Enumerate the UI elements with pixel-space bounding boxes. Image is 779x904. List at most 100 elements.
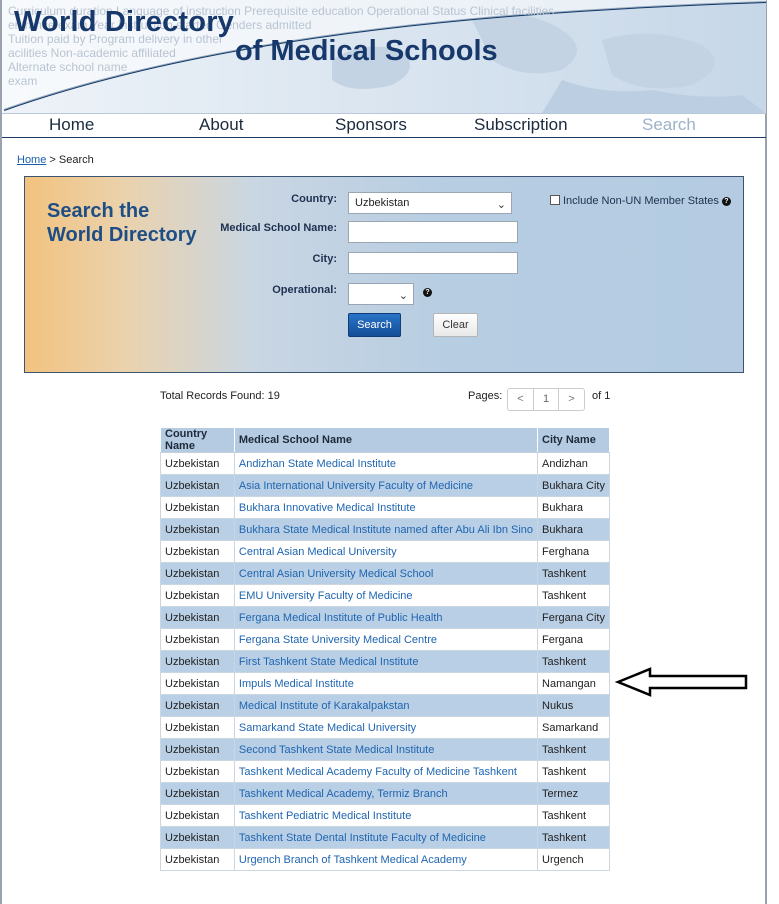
school-name-link[interactable]: Fergana Medical Institute of Public Heal… — [233, 606, 539, 629]
city-cell: Ferghana — [537, 540, 610, 563]
total-records: Total Records Found: 19 — [160, 390, 280, 402]
results-table: Country Name Medical School Name City Na… — [160, 427, 610, 871]
school-name-link[interactable]: Urgench Branch of Tashkent Medical Acade… — [233, 848, 539, 871]
search-panel-title-line1: Search the — [47, 200, 150, 222]
operational-select[interactable]: ⌄ — [348, 283, 414, 305]
city-cell: Nukus — [537, 694, 610, 717]
country-cell: Uzbekistan — [160, 628, 235, 651]
city-cell: Tashkent — [537, 760, 610, 783]
country-cell: Uzbekistan — [160, 804, 235, 827]
country-cell: Uzbekistan — [160, 474, 235, 497]
country-cell: Uzbekistan — [160, 650, 235, 673]
column-header-city[interactable]: City Name — [537, 427, 610, 453]
school-name-link[interactable]: EMU University Faculty of Medicine — [233, 584, 539, 607]
school-name-link[interactable]: Tashkent Medical Academy, Termiz Branch — [233, 782, 539, 805]
country-cell: Uzbekistan — [160, 540, 235, 563]
table-body: Uzbekistan Andizhan State Medical Institu… — [160, 452, 610, 871]
school-name-link[interactable]: Second Tashkent State Medical Institute — [233, 738, 539, 761]
table-row: Uzbekistan Bukhara State Medical Institut… — [160, 518, 610, 541]
city-cell: Tashkent — [537, 826, 610, 849]
city-input[interactable] — [348, 252, 518, 274]
country-cell: Uzbekistan — [160, 694, 235, 717]
chevron-down-icon: ⌄ — [496, 199, 506, 211]
country-cell: Uzbekistan — [160, 518, 235, 541]
school-name-link[interactable]: Samarkand State Medical University — [233, 716, 539, 739]
city-cell: Fergana — [537, 628, 610, 651]
table-row: Uzbekistan Bukhara Innovative Medical Ins… — [160, 496, 610, 519]
school-name-link[interactable]: Fergana State University Medical Centre — [233, 628, 539, 651]
table-row: Uzbekistan Samarkand State Medical Univer… — [160, 716, 610, 739]
prev-page-button[interactable]: < — [508, 389, 534, 410]
city-cell: Bukhara — [537, 518, 610, 541]
table-row: Uzbekistan Central Asian Medical Universi… — [160, 540, 610, 563]
city-cell: Samarkand — [537, 716, 610, 739]
school-name-label: Medical School Name: — [220, 222, 337, 234]
school-name-input[interactable] — [348, 221, 518, 243]
table-row: Uzbekistan Tashkent Pediatric Medical Ins… — [160, 804, 610, 827]
page-count: of 1 — [592, 390, 611, 402]
help-icon[interactable]: ? — [721, 197, 731, 206]
school-name-link[interactable]: Impuls Medical Institute — [233, 672, 539, 695]
country-cell: Uzbekistan — [160, 606, 235, 629]
column-header-country[interactable]: Country Name — [160, 427, 235, 453]
pages-label: Pages: — [468, 390, 503, 402]
breadcrumb-home-link[interactable]: Home — [17, 154, 46, 166]
search-button[interactable]: Search — [348, 313, 401, 337]
city-cell: Tashkent — [537, 738, 610, 761]
school-name-link[interactable]: Central Asian Medical University — [233, 540, 539, 563]
table-row: Uzbekistan Impuls Medical Institute Namang… — [160, 672, 610, 695]
site-title-line1: World Directory — [14, 6, 235, 38]
table-row: Uzbekistan Medical Institute of Karakalpa… — [160, 694, 610, 717]
school-name-link[interactable]: Bukhara State Medical Institute named af… — [233, 518, 539, 541]
nav-search[interactable]: Search — [642, 115, 696, 135]
table-row: Uzbekistan Central Asian University Medic… — [160, 562, 610, 585]
search-panel: Search the World Directory Country: Uzbe… — [24, 176, 744, 373]
school-name-link[interactable]: Tashkent Medical Academy Faculty of Medi… — [233, 760, 539, 783]
school-name-link[interactable]: Tashkent Pediatric Medical Institute — [233, 804, 539, 827]
country-cell: Uzbekistan — [160, 562, 235, 585]
country-cell: Uzbekistan — [160, 760, 235, 783]
table-row: Uzbekistan Tashkent Medical Academy Facul… — [160, 760, 610, 783]
site-banner: Curriculum duration Language of instruct… — [2, 0, 766, 114]
country-cell: Uzbekistan — [160, 848, 235, 871]
school-name-link[interactable]: Central Asian University Medical School — [233, 562, 539, 585]
nav-subscription[interactable]: Subscription — [474, 115, 568, 135]
page-number[interactable]: 1 — [534, 389, 559, 410]
city-cell: Bukhara City — [537, 474, 610, 497]
nav-sponsors[interactable]: Sponsors — [335, 115, 407, 135]
city-cell: Bukhara — [537, 496, 610, 519]
city-cell: Tashkent — [537, 584, 610, 607]
school-name-link[interactable]: First Tashkent State Medical Institute — [233, 650, 539, 673]
nav-about[interactable]: About — [199, 115, 243, 135]
school-name-link[interactable]: Tashkent State Dental Institute Faculty … — [233, 826, 539, 849]
country-select[interactable]: Uzbekistan ⌄ — [348, 192, 512, 214]
country-cell: Uzbekistan — [160, 584, 235, 607]
next-page-button[interactable]: > — [559, 389, 584, 410]
site-title-line2: of Medical Schools — [235, 35, 498, 67]
checkbox-box[interactable] — [550, 195, 560, 205]
city-label: City: — [312, 253, 337, 265]
pagination: < 1 > — [507, 388, 585, 411]
operational-label: Operational: — [272, 284, 337, 296]
include-non-un-checkbox[interactable]: Include Non-UN Member States? — [550, 195, 731, 207]
school-name-link[interactable]: Bukhara Innovative Medical Institute — [233, 496, 539, 519]
table-header-row: Country Name Medical School Name City Na… — [160, 427, 610, 453]
city-cell: Tashkent — [537, 562, 610, 585]
table-row: Uzbekistan First Tashkent State Medical I… — [160, 650, 610, 673]
school-name-link[interactable]: Medical Institute of Karakalpakstan — [233, 694, 539, 717]
include-non-un-label: Include Non-UN Member States — [563, 195, 719, 207]
clear-button[interactable]: Clear — [433, 313, 478, 337]
table-row: Uzbekistan Fergana State University Medic… — [160, 628, 610, 651]
city-cell: Andizhan — [537, 452, 610, 475]
nav-home[interactable]: Home — [49, 115, 94, 135]
table-row: Uzbekistan Second Tashkent State Medical … — [160, 738, 610, 761]
country-label: Country: — [291, 193, 337, 205]
column-header-school[interactable]: Medical School Name — [233, 427, 539, 453]
city-cell: Tashkent — [537, 650, 610, 673]
table-row: Uzbekistan Urgench Branch of Tashkent Med… — [160, 848, 610, 871]
breadcrumb-separator: > — [49, 154, 56, 166]
school-name-link[interactable]: Asia International University Faculty of… — [233, 474, 539, 497]
school-name-link[interactable]: Andizhan State Medical Institute — [233, 452, 539, 475]
help-icon[interactable]: ? — [423, 288, 432, 297]
breadcrumb: Home > Search — [17, 154, 94, 166]
